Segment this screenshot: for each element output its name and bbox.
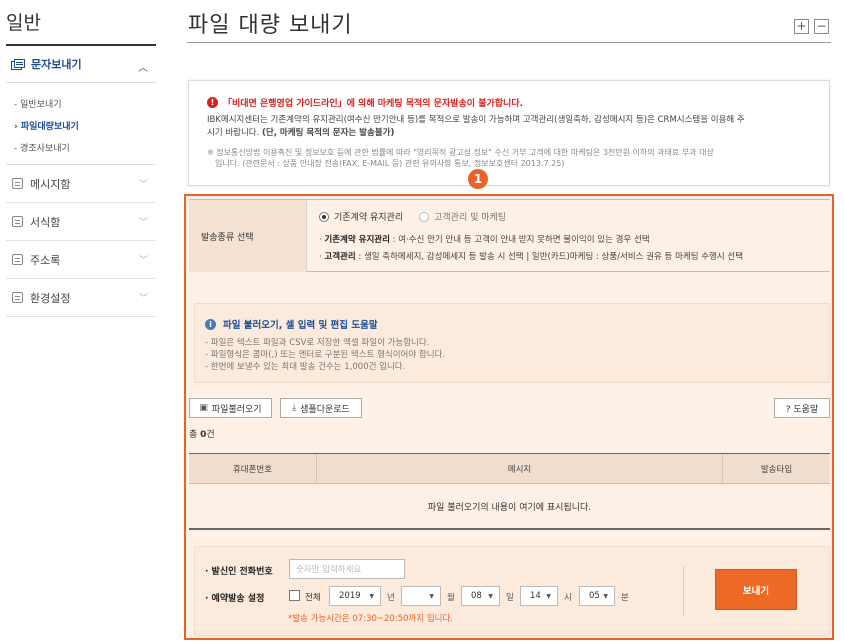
sidebar-item-template-box[interactable]: 서식함 ﹀: [6, 203, 156, 241]
radio-label: 고객관리 및 마케팅: [434, 213, 507, 223]
month-unit: 월: [447, 593, 455, 603]
document-icon: [12, 178, 23, 189]
send-type-desc: · 고객관리 : 생일 축하메세지, 감성메세지 등 발송 시 선택 | 일반(…: [319, 252, 744, 262]
reserve-label: · 예약발송 설정: [205, 594, 265, 604]
warning-icon: !: [207, 97, 218, 108]
send-type-desc: · 기존계약 유지관리 : 여·수신 만기 안내 등 고객이 안내 받지 못하면…: [319, 235, 650, 245]
sidebar-item-label: 메시지함: [30, 177, 71, 191]
column-header-message: 메시지: [316, 454, 722, 484]
zoom-in-button[interactable]: +: [794, 19, 809, 34]
help-item: - 파일은 텍스트 파일과 CSV로 저장한 엑셀 파일이 가능합니다.: [205, 338, 430, 348]
sidebar-item-settings[interactable]: 환경설정 ﹀: [6, 279, 156, 317]
radio-contract-maintenance[interactable]: [319, 211, 329, 222]
sidebar-item-label: 문자보내기: [31, 58, 82, 71]
chevron-down-icon: ﹀: [138, 256, 148, 266]
grid-empty-message: 파일 불러오기의 내용이 여기에 표시됩니다.: [189, 484, 830, 530]
notice-bold-text: (단, 마케팅 목적의 문자는 발송불가): [262, 128, 395, 138]
document-icon: [12, 254, 23, 265]
page-title: 파일 대량 보내기: [188, 13, 353, 38]
sidebar-sub-general-send[interactable]: - 일반보내기: [14, 97, 62, 110]
sidebar-title-rule: [6, 44, 156, 46]
sidebar-item-message-box[interactable]: 메시지함 ﹀: [6, 165, 156, 203]
sender-phone-label: · 발신인 전화번호: [205, 567, 273, 577]
header-rule: [187, 42, 831, 43]
grid-header: 휴대폰번호 메시지 발송타입: [189, 453, 830, 484]
send-type-table: 발송종류 선택 기존계약 유지관리 고객관리 및 마케팅 · 기존계약 유지관리…: [189, 199, 830, 272]
help-title-text: 파일 불러오기, 셀 입력 및 편집 도움말: [223, 320, 378, 331]
sidebar-item-label: 주소록: [30, 253, 61, 267]
notice-box: ! 「비대면 은행영업 가이드라인」에 의해 마케팅 목적의 문자발송이 불가합…: [188, 80, 830, 186]
chevron-down-icon: ﹀: [138, 218, 148, 228]
hour-select[interactable]: 14: [520, 586, 558, 606]
help-item: - 한번에 보낼수 있는 최대 발송 건수는 1,000건 입니다.: [205, 362, 406, 372]
notice-legal: ※ 정보통신망법 이용촉진 및 정보보호 등에 관한 법률에 따라 "영리목적 …: [207, 147, 819, 169]
sidebar-item-sms[interactable]: 문자보내기 ︿: [6, 50, 156, 78]
radio-customer-marketing[interactable]: [419, 211, 430, 222]
month-select[interactable]: [401, 586, 441, 606]
download-icon: ⤓: [292, 403, 297, 413]
sidebar-sub-event-send[interactable]: - 경조사보내기: [14, 141, 70, 154]
chevron-down-icon: ﹀: [138, 294, 148, 304]
notice-line: 시기 바랍니다.: [207, 128, 263, 138]
send-type-radios: 기존계약 유지관리 고객관리 및 마케팅: [319, 210, 522, 223]
file-icon: ▣: [199, 403, 208, 413]
message-grid: 휴대폰번호 메시지 발송타입 파일 불러오기의 내용이 여기에 표시됩니다.: [189, 453, 830, 531]
document-icon: [12, 216, 23, 227]
notice-warning: ! 「비대면 은행영업 가이드라인」에 의해 마케팅 목적의 문자발송이 불가합…: [207, 96, 523, 109]
notice-line: IBK메시지센터는 기존계약의 유지관리(여수신 만기안내 등)를 목적으로 발…: [207, 115, 745, 125]
column-header-send-type: 발송타입: [722, 454, 830, 484]
year-select[interactable]: 2019: [329, 586, 381, 606]
sender-phone-input[interactable]: 숫자만 입력하세요: [289, 559, 405, 579]
sidebar-item-address-book[interactable]: 주소록 ﹀: [6, 241, 156, 279]
reserve-all-label: 전체: [305, 593, 321, 603]
sidebar-item-label: 서식함: [30, 215, 61, 229]
notice-legal-line: ※ 정보통신망법 이용촉진 및 정보보호 등에 관한 법률에 따라 "영리목적 …: [207, 148, 714, 157]
total-count: 총 0건: [189, 430, 215, 440]
day-unit: 일: [506, 593, 514, 603]
minute-select[interactable]: 05: [579, 586, 615, 606]
load-file-button[interactable]: ▣ 파일불러오기: [189, 398, 272, 418]
divider: [6, 82, 156, 83]
sample-download-button[interactable]: ⤓ 샘플다운로드: [280, 398, 362, 418]
sidebar-sub-bulk-file-send[interactable]: › 파일대량보내기: [14, 119, 79, 132]
divider: [683, 566, 684, 616]
sidebar-title: 일반: [6, 12, 41, 34]
help-button[interactable]: ? 도움말: [774, 398, 830, 418]
notice-legal-line: 입니다. (관련문서 : 상품 안내장 전송(FAX, E-MAIL 등) 관련…: [215, 159, 565, 168]
reserve-all-checkbox[interactable]: [289, 590, 300, 601]
document-icon: [12, 292, 23, 303]
chevron-up-icon: ︿: [138, 63, 148, 74]
hour-unit: 시: [564, 593, 572, 603]
day-select[interactable]: 08: [461, 586, 500, 606]
help-box: i 파일 불러오기, 셀 입력 및 편집 도움말 - 파일은 텍스트 파일과 C…: [194, 303, 830, 383]
send-button[interactable]: 보내기: [715, 569, 797, 610]
message-icon: [11, 58, 25, 70]
help-title: i 파일 불러오기, 셀 입력 및 편집 도움말: [205, 317, 378, 331]
send-type-label: 발송종류 선택: [189, 200, 307, 272]
column-header-phone: 휴대폰번호: [232, 465, 273, 475]
radio-label: 기존계약 유지관리: [334, 213, 404, 223]
notice-warning-text: 「비대면 은행영업 가이드라인」에 의해 마케팅 목적의 문자발송이 불가합니다…: [223, 99, 524, 109]
chevron-down-icon: ﹀: [138, 180, 148, 190]
info-icon: i: [205, 318, 216, 330]
year-unit: 년: [387, 593, 395, 603]
send-time-note: *발송 가능시간은 07:30~20:50까지 입니다.: [288, 614, 454, 624]
minute-unit: 분: [621, 593, 629, 603]
sidebar: 일반 문자보내기 ︿ - 일반보내기 › 파일대량보내기 - 경조사보내기 메시…: [0, 0, 156, 644]
notice-paragraph: IBK메시지센터는 기존계약의 유지관리(여수신 만기안내 등)를 목적으로 발…: [207, 114, 819, 140]
zoom-out-button[interactable]: −: [814, 19, 829, 34]
sidebar-item-label: 환경설정: [30, 291, 71, 305]
step-badge: 1: [468, 169, 488, 189]
help-item: - 파일형식은 콤마(,) 또는 엔터로 구분된 텍스트 형식이어야 합니다.: [205, 350, 446, 360]
